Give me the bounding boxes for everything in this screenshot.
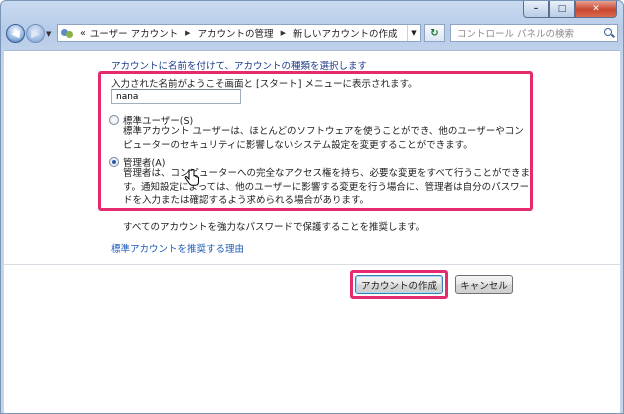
main-content: アカウントに名前を付けて、アカウントの種類を選択します 入力された名前がようこそ… [4,50,620,413]
hand-cursor-icon [184,169,199,186]
refresh-button[interactable]: ↻ [424,24,445,42]
breadcrumb-create-account[interactable]: 新しいアカウントの作成 [293,26,398,40]
account-name-input[interactable] [111,89,241,104]
breadcrumb-overflow[interactable]: « [80,28,86,39]
search-box[interactable]: コントロール パネルの検索 [450,24,618,42]
search-input[interactable]: コントロール パネルの検索 [457,26,574,40]
user-accounts-icon [61,27,75,39]
standard-account-reason-link[interactable]: 標準アカウントを推奨する理由 [111,241,244,255]
page-heading: アカウントに名前を付けて、アカウントの種類を選択します [111,61,368,72]
maximize-button[interactable]: □ [549,1,575,18]
create-account-button[interactable]: アカウントの作成 [355,275,443,294]
cancel-button[interactable]: キャンセル [455,275,513,294]
recent-pages-dropdown[interactable]: ▼ [46,30,51,38]
breadcrumb-manage-accounts[interactable]: アカウントの管理 [198,26,274,40]
caption-buttons: – □ ✕ [523,1,617,18]
navigation-bar: ◀ ▶ ▼ « ユーザー アカウント ▶ アカウントの管理 ▶ 新しいアカウント… [5,21,619,47]
control-panel-window: – □ ✕ ◀ ▶ ▼ « ユーザー アカウント ▶ アカウントの管理 ▶ 新し… [0,0,624,414]
breadcrumb-separator-icon[interactable]: ▶ [185,29,190,37]
name-instruction: 入力された名前がようこそ画面と [スタート] メニューに表示されます。 [111,79,418,90]
address-dropdown-icon[interactable]: ▼ [407,25,420,41]
standard-user-description: 標準アカウント ユーザーは、ほとんどのソフトウェアを使うことができ、他のユーザー… [123,126,524,151]
close-button[interactable]: ✕ [575,1,617,18]
search-icon[interactable] [604,28,615,38]
back-button[interactable]: ◀ [6,24,25,43]
forward-button[interactable]: ▶ [26,24,45,43]
address-bar[interactable]: « ユーザー アカウント ▶ アカウントの管理 ▶ 新しいアカウントの作成 ▼ [57,24,421,42]
password-recommendation: すべてのアカウントを強力なパスワードで保護することを推奨します。 [123,222,426,233]
divider [4,264,620,265]
breadcrumb-user-accounts[interactable]: ユーザー アカウント [90,26,178,40]
minimize-button[interactable]: – [523,1,549,18]
administrator-radio[interactable] [109,157,119,167]
breadcrumb-separator-icon[interactable]: ▶ [281,29,286,37]
standard-user-radio[interactable] [109,115,119,125]
